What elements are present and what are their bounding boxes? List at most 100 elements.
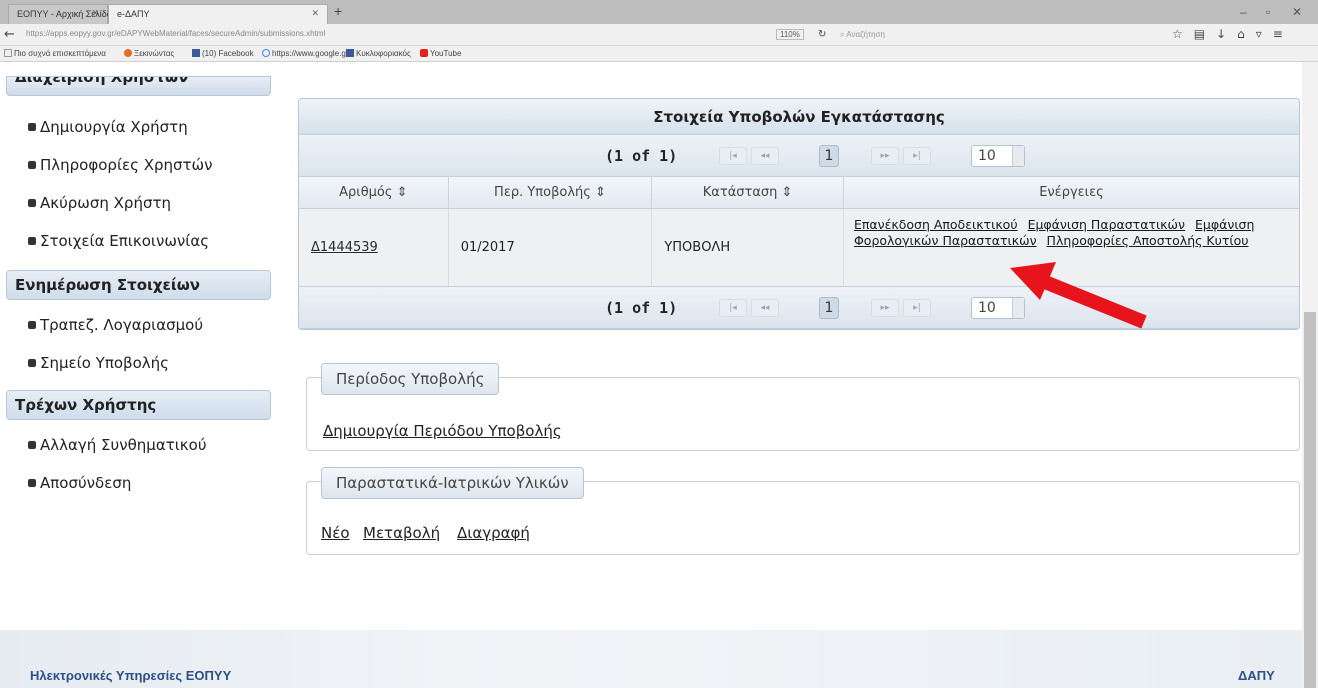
sidebar-item-create-user[interactable]: Δημιουργία Χρήστη bbox=[28, 118, 188, 136]
back-icon[interactable]: ← bbox=[4, 27, 15, 42]
sidebar-item-logout[interactable]: Αποσύνδεση bbox=[28, 474, 131, 492]
reissue-receipt-link[interactable]: Επανέκδοση Αποδεικτικού bbox=[854, 217, 1018, 232]
bullet-icon bbox=[28, 237, 36, 245]
sidebar-item-label: Ακύρωση Χρήστη bbox=[40, 194, 171, 212]
bookmark-google[interactable]: https://www.google.gr/ bbox=[262, 49, 351, 58]
bookmark-most-visited[interactable]: Πιο συχνά επισκεπτόμενα bbox=[4, 49, 106, 58]
section-update-data: Ενημέρωση Στοιχείων bbox=[6, 270, 271, 300]
sidebar-item-cancel-user[interactable]: Ακύρωση Χρήστη bbox=[28, 194, 171, 212]
search-placeholder: Αναζήτηση bbox=[846, 30, 885, 39]
last-page-button[interactable]: ▸| bbox=[903, 147, 931, 165]
sidebar-item-change-password[interactable]: Αλλαγή Συνθηματικού bbox=[28, 436, 207, 454]
footer-app-name: ΔΑΠΥ bbox=[1238, 668, 1275, 683]
firefox-icon bbox=[124, 49, 132, 57]
submission-status: ΥΠΟΒΟΛΗ bbox=[664, 240, 731, 255]
bullet-icon bbox=[28, 321, 36, 329]
prev-page-button[interactable]: ◂◂ bbox=[751, 299, 779, 317]
facebook-icon bbox=[346, 49, 354, 57]
box-shipping-info-link[interactable]: Πληροφορίες Αποστολής Κυτίου bbox=[1047, 233, 1249, 248]
close-tab-icon[interactable]: ✕ bbox=[91, 8, 99, 19]
create-period-link[interactable]: Δημιουργία Περιόδου Υποβολής bbox=[323, 422, 562, 440]
page-scrollbar[interactable] bbox=[1302, 62, 1318, 688]
tab-e-dapy[interactable]: e-ΔΑΠΥ ✕ bbox=[108, 4, 328, 24]
toolbar-icons[interactable]: ☆▤↓⌂▿≡ bbox=[1172, 27, 1294, 41]
medical-materials-fieldset: Παραστατικά-Ιατρικών Υλικών Νέο Μεταβολή… bbox=[306, 467, 1300, 555]
sidebar-item-label: Πληροφορίες Χρηστών bbox=[40, 156, 213, 174]
sidebar-item-label: Σημείο Υποβολής bbox=[40, 354, 169, 372]
google-icon bbox=[262, 49, 270, 57]
fieldset-legend: Περίοδος Υποβολής bbox=[321, 363, 500, 395]
search-input[interactable]: ⌕ Αναζήτηση bbox=[834, 27, 974, 43]
submission-period: 01/2017 bbox=[460, 240, 515, 255]
maximize-icon[interactable]: ▫ bbox=[1266, 5, 1270, 19]
page-number-button[interactable]: 1 bbox=[819, 297, 839, 319]
edit-link[interactable]: Μεταβολή bbox=[363, 524, 440, 542]
footer-service-name: Ηλεκτρονικές Υπηρεσίες ΕΟΠΥΥ bbox=[30, 668, 232, 683]
page-count: (1 of 1) bbox=[605, 147, 678, 165]
new-link[interactable]: Νέο bbox=[321, 524, 350, 542]
sidebar-item-label: Αλλαγή Συνθηματικού bbox=[40, 436, 207, 454]
rows-value: 10 bbox=[978, 300, 996, 316]
facebook-icon bbox=[192, 49, 200, 57]
panel-title: Στοιχεία Υποβολών Εγκατάστασης bbox=[299, 99, 1299, 135]
sidebar: Διαχείριση Χρηστών Δημιουργία Χρήστη Πλη… bbox=[0, 62, 290, 512]
reload-icon[interactable]: ↻ bbox=[818, 29, 826, 40]
column-header-number[interactable]: Αριθμός ⇕ bbox=[299, 177, 449, 208]
browser-tab-bar: ΕΟΠΥΥ - Αρχική Σελίδα ✕ e-ΔΑΠΥ ✕ + – ▫ ✕ bbox=[0, 0, 1318, 24]
column-header-period[interactable]: Περ. Υποβολής ⇕ bbox=[449, 177, 653, 208]
sidebar-item-contact-info[interactable]: Στοιχεία Επικοινωνίας bbox=[28, 232, 209, 250]
rows-per-page-select[interactable]: 10 bbox=[971, 145, 1025, 167]
submission-number-link[interactable]: Δ1444539 bbox=[311, 240, 378, 255]
sidebar-item-label: Δημιουργία Χρήστη bbox=[40, 118, 188, 136]
column-header-actions: Ενέργειες bbox=[1039, 185, 1104, 200]
bookmark-kykloforiakos[interactable]: Κυκλοφοριακός bbox=[346, 49, 411, 58]
bookmark-youtube[interactable]: YouTube bbox=[420, 49, 461, 58]
bookmark-label: Κυκλοφοριακός bbox=[356, 49, 411, 58]
browser-nav-bar: ← https://apps.eopyy.gov.gr/eDAPYWebMate… bbox=[0, 24, 1318, 46]
bookmark-label: YouTube bbox=[430, 49, 462, 58]
prev-page-button[interactable]: ◂◂ bbox=[751, 147, 779, 165]
bookmark-getting-started[interactable]: Ξεκινώντας bbox=[124, 49, 174, 58]
fieldset-legend: Παραστατικά-Ιατρικών Υλικών bbox=[321, 467, 584, 499]
table-header: Αριθμός ⇕ Περ. Υποβολής ⇕ Κατάσταση ⇕ Εν… bbox=[299, 177, 1299, 209]
section-title: Τρέχων Χρήστης bbox=[15, 396, 157, 414]
scrollbar-thumb[interactable] bbox=[1304, 312, 1316, 688]
page-number-button[interactable]: 1 bbox=[819, 145, 839, 167]
chevron-down-icon bbox=[1012, 146, 1024, 166]
bullet-icon bbox=[28, 199, 36, 207]
bullet-icon bbox=[28, 441, 36, 449]
first-page-button[interactable]: |◂ bbox=[719, 147, 747, 165]
delete-link[interactable]: Διαγραφή bbox=[457, 524, 530, 542]
submission-period-fieldset: Περίοδος Υποβολής Δημιουργία Περιόδου Υπ… bbox=[306, 363, 1300, 451]
column-header-status[interactable]: Κατάσταση ⇕ bbox=[652, 177, 844, 208]
sidebar-item-label: Στοιχεία Επικοινωνίας bbox=[40, 232, 210, 250]
bullet-icon bbox=[28, 479, 36, 487]
url-bar[interactable]: https://apps.eopyy.gov.gr/eDAPYWebMateri… bbox=[20, 26, 540, 43]
tab-label: e-ΔΑΠΥ bbox=[117, 9, 150, 19]
next-page-button[interactable]: ▸▸ bbox=[871, 147, 899, 165]
bookmark-facebook[interactable]: (10) Facebook bbox=[192, 49, 254, 58]
section-user-management: Διαχείριση Χρηστών bbox=[6, 76, 271, 96]
section-current-user: Τρέχων Χρήστης bbox=[6, 390, 271, 420]
bookmark-label: (10) Facebook bbox=[202, 49, 254, 58]
bookmarks-bar: Πιο συχνά επισκεπτόμενα Ξεκινώντας (10) … bbox=[0, 46, 1318, 62]
next-page-button[interactable]: ▸▸ bbox=[871, 299, 899, 317]
bookmark-label: Ξεκινώντας bbox=[134, 49, 175, 58]
close-window-icon[interactable]: ✕ bbox=[1292, 5, 1302, 19]
page-footer: Ηλεκτρονικές Υπηρεσίες ΕΟΠΥΥ ΔΑΠΥ bbox=[0, 630, 1302, 688]
sidebar-item-submission-point[interactable]: Σημείο Υποβολής bbox=[28, 354, 169, 372]
tab-eopyy-home[interactable]: ΕΟΠΥΥ - Αρχική Σελίδα ✕ bbox=[8, 4, 112, 24]
paginator-top: (1 of 1) |◂ ◂◂ 1 ▸▸ ▸| 10 bbox=[299, 135, 1299, 177]
bookmark-label: Πιο συχνά επισκεπτόμενα bbox=[14, 49, 106, 58]
close-tab-icon[interactable]: ✕ bbox=[311, 8, 319, 19]
zoom-level[interactable]: 110% bbox=[776, 29, 804, 40]
page-count: (1 of 1) bbox=[605, 299, 678, 317]
last-page-button[interactable]: ▸| bbox=[903, 299, 931, 317]
first-page-button[interactable]: |◂ bbox=[719, 299, 747, 317]
sidebar-item-bank-account[interactable]: Τραπεζ. Λογαριασμού bbox=[28, 316, 203, 334]
show-documents-link[interactable]: Εμφάνιση Παραστατικών bbox=[1028, 217, 1185, 232]
new-tab-icon[interactable]: + bbox=[334, 3, 342, 19]
sidebar-item-user-info[interactable]: Πληροφορίες Χρηστών bbox=[28, 156, 213, 174]
bullet-icon bbox=[28, 359, 36, 367]
minimize-icon[interactable]: – bbox=[1240, 5, 1247, 19]
